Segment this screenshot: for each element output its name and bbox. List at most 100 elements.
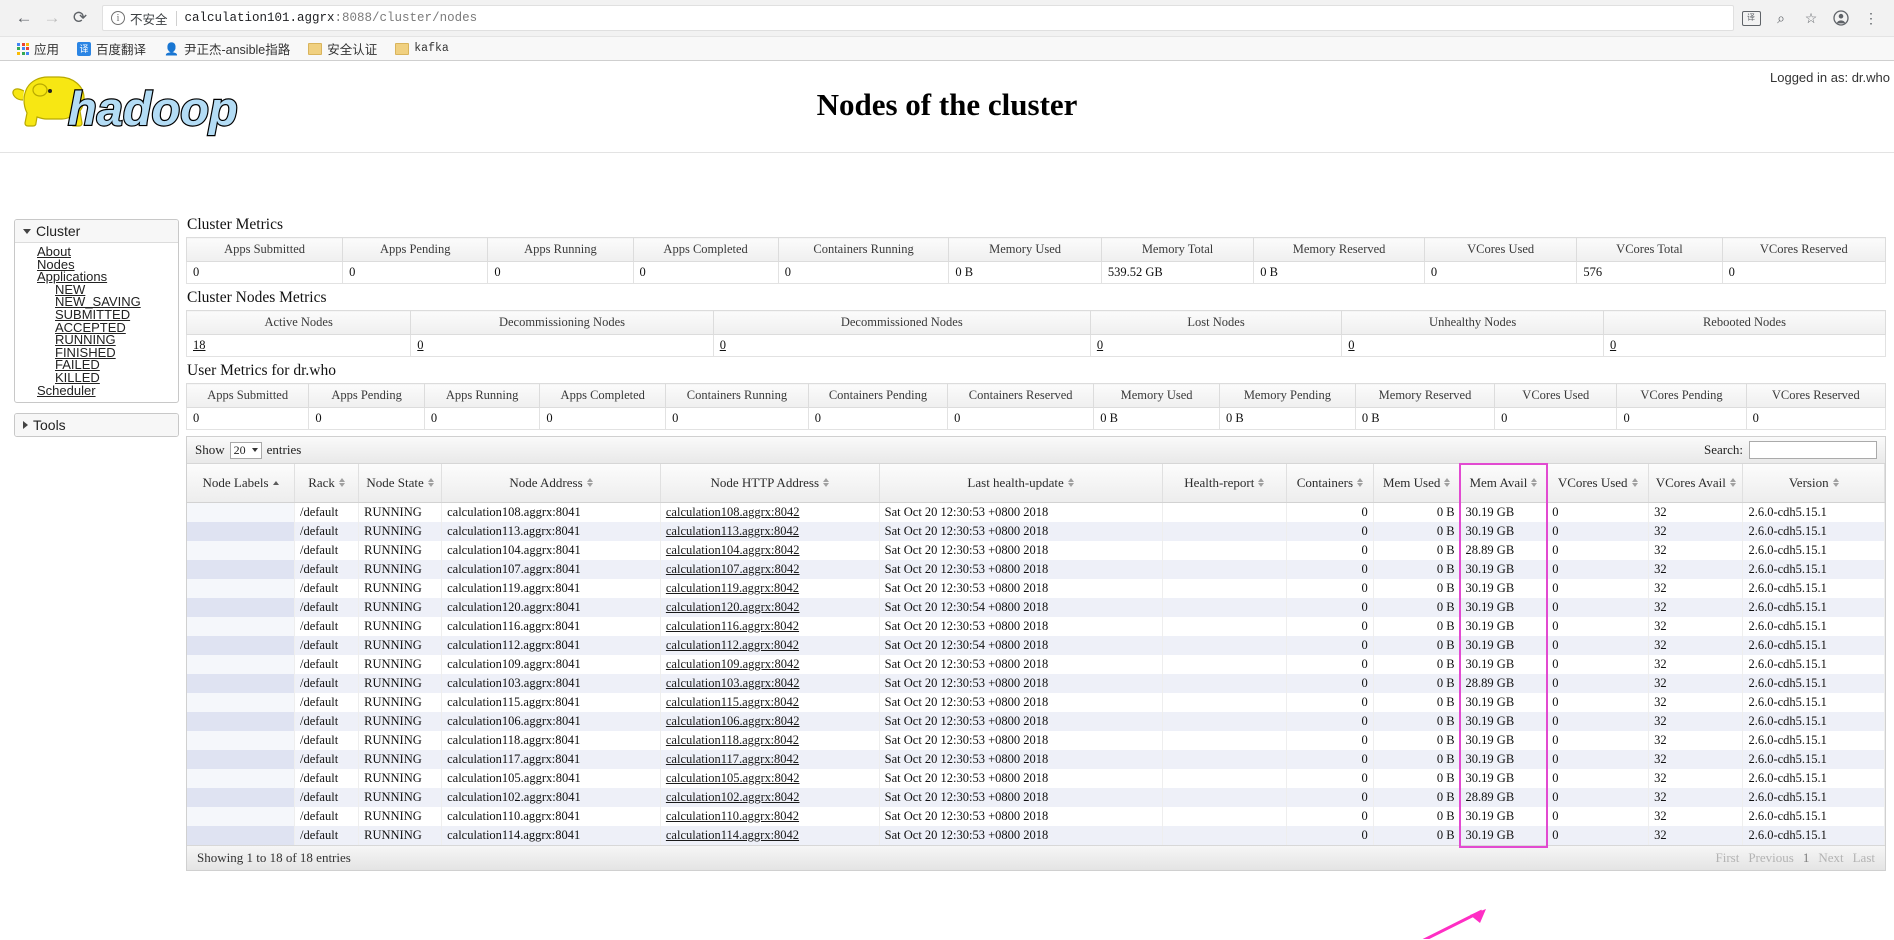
pagination-next[interactable]: Next	[1818, 850, 1843, 866]
cell-node-labels	[187, 654, 295, 674]
cell-mem-avail: 30.19 GB	[1460, 559, 1548, 579]
unhealthy-nodes-link[interactable]: 0	[1348, 338, 1354, 352]
node-http-address-link[interactable]: calculation119.aggrx:8042	[666, 581, 799, 595]
node-http-address-link[interactable]: calculation117.aggrx:8042	[666, 752, 799, 766]
cell-containers: 0	[1286, 502, 1374, 522]
baidu-translate-icon: 译	[77, 41, 92, 56]
sidebar-tools-panel: Tools	[14, 413, 179, 438]
decommissioned-nodes-link[interactable]: 0	[720, 338, 726, 352]
cell-version: 2.6.0-cdh5.15.1	[1742, 825, 1885, 845]
main-content: Cluster Metrics Apps Submitted Apps Pend…	[185, 216, 1887, 871]
node-http-address-link[interactable]: calculation120.aggrx:8042	[666, 600, 800, 614]
col-header-node-labels[interactable]: Node Labels	[187, 464, 295, 503]
sidebar-item-scheduler[interactable]: Scheduler	[15, 384, 178, 398]
pagination-previous[interactable]: Previous	[1748, 850, 1794, 866]
col-header-mem-used[interactable]: Mem Used	[1373, 464, 1461, 503]
bookmark-baidu-translate[interactable]: 译 百度翻译	[68, 39, 155, 58]
col-header-vcores-avail[interactable]: VCores Avail	[1648, 464, 1744, 503]
search-input[interactable]	[1749, 441, 1877, 459]
cell-mem-used: 0 B	[1373, 749, 1461, 769]
node-http-address-link[interactable]: calculation109.aggrx:8042	[666, 657, 800, 671]
cell-rack: /default	[294, 711, 360, 731]
col-header-containers[interactable]: Containers	[1286, 464, 1374, 503]
node-http-address-link[interactable]: calculation102.aggrx:8042	[666, 790, 800, 804]
folder-icon	[308, 42, 323, 55]
node-http-address-link[interactable]: calculation114.aggrx:8042	[666, 828, 799, 842]
cell-containers: 0	[1286, 654, 1374, 674]
col-header-version[interactable]: Version	[1742, 464, 1885, 503]
pagination-last[interactable]: Last	[1853, 850, 1875, 866]
cell-user-vcores-used: 0	[1494, 407, 1618, 430]
url-path: :8088/cluster/nodes	[334, 11, 478, 25]
col-header-node-http-address[interactable]: Node HTTP Address	[660, 464, 880, 503]
page-length-select[interactable]: 20	[229, 441, 262, 459]
node-http-address-link[interactable]: calculation105.aggrx:8042	[666, 771, 800, 785]
bookmark-star-icon[interactable]: ☆	[1798, 5, 1824, 31]
bookmark-security-cert[interactable]: 安全认证	[299, 39, 386, 58]
cell-health-report	[1162, 673, 1288, 693]
cell-containers: 0	[1286, 521, 1374, 541]
reload-icon[interactable]: ⟳	[66, 4, 94, 32]
url-host: calculation101.aggrx	[184, 11, 335, 25]
col-memory-reserved: Memory Reserved	[1253, 237, 1425, 262]
chevron-right-icon	[23, 421, 28, 430]
browser-menu-icon[interactable]: ⋮	[1858, 5, 1884, 31]
cell-mem-avail: 30.19 GB	[1460, 768, 1548, 788]
col-label: Mem Used	[1382, 474, 1441, 490]
sidebar-tools-header[interactable]: Tools	[15, 414, 178, 437]
pagination-first[interactable]: First	[1715, 850, 1739, 866]
active-nodes-link[interactable]: 18	[193, 338, 206, 352]
cell-health-report	[1162, 749, 1288, 769]
node-http-address-link[interactable]: calculation110.aggrx:8042	[666, 809, 799, 823]
cell-decommissioning-nodes: 0	[410, 334, 714, 357]
cell-node-address: calculation107.aggrx:8041	[441, 559, 661, 579]
node-http-address-link[interactable]: calculation104.aggrx:8042	[666, 543, 800, 557]
col-containers-running: Containers Running	[777, 237, 950, 262]
address-bar[interactable]: i 不安全 calculation101.aggrx:8088/cluster/…	[102, 5, 1734, 31]
cell-vcores-used: 0	[1546, 635, 1650, 655]
node-http-address-link[interactable]: calculation115.aggrx:8042	[666, 695, 799, 709]
search-icon[interactable]: ⌕	[1768, 5, 1794, 31]
cell-node-http-address: calculation104.aggrx:8042	[660, 540, 880, 560]
node-http-address-link[interactable]: calculation103.aggrx:8042	[666, 676, 800, 690]
back-arrow-icon[interactable]: ←	[10, 4, 38, 32]
pagination-page-1[interactable]: 1	[1803, 850, 1810, 866]
forward-arrow-icon[interactable]: →	[38, 4, 66, 32]
col-header-node-address[interactable]: Node Address	[441, 464, 661, 503]
cell-vcores-used: 0	[1546, 559, 1650, 579]
cell-containers: 0	[1286, 540, 1374, 560]
cell-vcores-used: 0	[1546, 616, 1650, 636]
bookmark-apps[interactable]: 应用	[8, 39, 68, 58]
col-header-health-report[interactable]: Health-report	[1162, 464, 1288, 503]
node-http-address-link[interactable]: calculation116.aggrx:8042	[666, 619, 799, 633]
node-http-address-link[interactable]: calculation108.aggrx:8042	[666, 505, 800, 519]
sidebar-item-applications[interactable]: Applications	[15, 270, 178, 284]
cell-node-labels	[187, 635, 295, 655]
profile-avatar-icon[interactable]	[1828, 5, 1854, 31]
node-http-address-link[interactable]: calculation106.aggrx:8042	[666, 714, 800, 728]
col-user-apps-running: Apps Running	[423, 383, 541, 408]
cell-mem-avail: 30.19 GB	[1460, 692, 1548, 712]
cell-node-state: RUNNING	[358, 711, 443, 731]
col-header-vcores-used[interactable]: VCores Used	[1546, 464, 1650, 503]
bookmark-ansible-guide[interactable]: 👤 尹正杰-ansible指路	[155, 39, 299, 58]
sidebar-cluster-header[interactable]: Cluster	[15, 220, 178, 243]
info-circle-icon[interactable]: i	[111, 11, 125, 25]
cell-vcores-avail: 32	[1648, 673, 1744, 693]
rebooted-nodes-link[interactable]: 0	[1610, 338, 1616, 352]
col-header-node-state[interactable]: Node State	[358, 464, 443, 503]
col-header-last-health-update[interactable]: Last health-update	[879, 464, 1163, 503]
cell-node-address: calculation112.aggrx:8041	[441, 635, 661, 655]
col-header-rack[interactable]: Rack	[294, 464, 360, 503]
col-header-mem-avail[interactable]: Mem Avail	[1460, 464, 1548, 503]
cell-mem-used: 0 B	[1373, 502, 1461, 522]
bookmark-kafka[interactable]: kafka	[386, 42, 458, 55]
translate-icon[interactable]: 译	[1738, 5, 1764, 31]
node-http-address-link[interactable]: calculation118.aggrx:8042	[666, 733, 799, 747]
node-http-address-link[interactable]: calculation113.aggrx:8042	[666, 524, 799, 538]
node-http-address-link[interactable]: calculation107.aggrx:8042	[666, 562, 800, 576]
lost-nodes-link[interactable]: 0	[1097, 338, 1103, 352]
cell-last-health-update: Sat Oct 20 12:30:53 +0800 2018	[879, 521, 1163, 541]
node-http-address-link[interactable]: calculation112.aggrx:8042	[666, 638, 799, 652]
decommissioning-nodes-link[interactable]: 0	[417, 338, 423, 352]
